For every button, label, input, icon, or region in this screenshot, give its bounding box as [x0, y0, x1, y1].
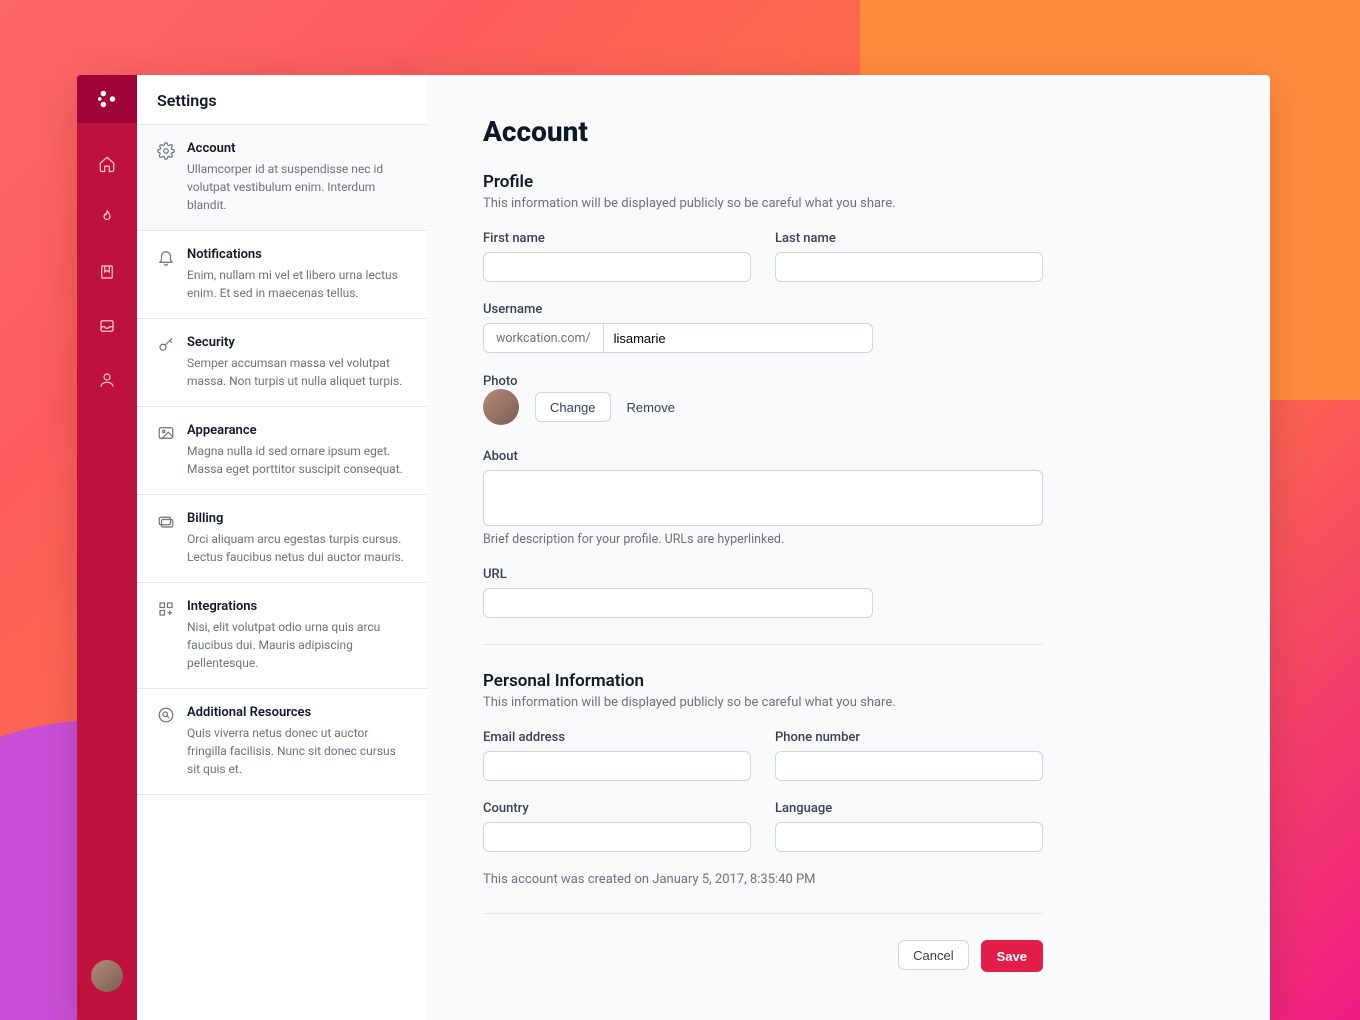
sidebar-item-account[interactable]: Account Ullamcorper id at suspendisse ne… [137, 125, 427, 231]
country-label: Country [483, 801, 751, 816]
change-photo-button[interactable]: Change [535, 392, 611, 422]
home-icon[interactable] [98, 155, 116, 177]
sidebar-item-label: Appearance [187, 423, 407, 438]
main-content: Account Profile This information will be… [427, 75, 1270, 1020]
email-label: Email address [483, 730, 751, 745]
sidebar-item-label: Security [187, 335, 407, 350]
user-icon[interactable] [98, 371, 116, 393]
first-name-label: First name [483, 231, 751, 246]
about-label: About [483, 449, 1043, 464]
personal-section-title: Personal Information [483, 671, 1043, 691]
app-logo[interactable] [77, 75, 137, 123]
sidebar-item-label: Notifications [187, 247, 407, 262]
first-name-input[interactable] [483, 252, 751, 282]
username-prefix: workcation.com/ [483, 323, 603, 353]
gear-icon [157, 142, 175, 160]
sidebar-item-additional-resources[interactable]: Additional Resources Quis viverra netus … [137, 689, 427, 795]
cancel-button[interactable]: Cancel [898, 940, 968, 970]
phone-label: Phone number [775, 730, 1043, 745]
last-name-label: Last name [775, 231, 1043, 246]
fire-icon[interactable] [98, 209, 116, 231]
personal-section-desc: This information will be displayed publi… [483, 695, 1043, 710]
sidebar-item-desc: Ullamcorper id at suspendisse nec id vol… [187, 160, 407, 214]
about-hint: Brief description for your profile. URLs… [483, 532, 1043, 547]
language-label: Language [775, 801, 1043, 816]
url-label: URL [483, 567, 873, 582]
sidebar-item-desc: Orci aliquam arcu egestas turpis cursus.… [187, 530, 407, 566]
sidebar-item-desc: Quis viverra netus donec ut auctor fring… [187, 724, 407, 778]
section-divider [483, 913, 1043, 914]
sidebar-item-appearance[interactable]: Appearance Magna nulla id sed ornare ips… [137, 407, 427, 495]
sidebar-item-notifications[interactable]: Notifications Enim, nullam mi vel et lib… [137, 231, 427, 319]
key-icon [157, 336, 175, 354]
bookmark-icon[interactable] [98, 263, 116, 285]
section-divider [483, 644, 1043, 645]
sidebar-item-label: Additional Resources [187, 705, 407, 720]
profile-avatar [483, 389, 519, 425]
language-input[interactable] [775, 822, 1043, 852]
current-user-avatar[interactable] [91, 960, 123, 996]
search-circle-icon [157, 706, 175, 724]
profile-section-desc: This information will be displayed publi… [483, 196, 1043, 211]
settings-sidebar: Settings Account Ullamcorper id at suspe… [137, 75, 427, 1020]
username-input[interactable] [603, 323, 873, 353]
phone-input[interactable] [775, 751, 1043, 781]
bell-icon [157, 248, 175, 266]
url-input[interactable] [483, 588, 873, 618]
inbox-icon[interactable] [98, 317, 116, 339]
profile-section-title: Profile [483, 172, 1043, 192]
sidebar-item-billing[interactable]: Billing Orci aliquam arcu egestas turpis… [137, 495, 427, 583]
sidebar-item-label: Billing [187, 511, 407, 526]
sidebar-item-desc: Semper accumsan massa vel volutpat massa… [187, 354, 407, 390]
settings-sidebar-title: Settings [137, 75, 427, 125]
grid-plus-icon [157, 600, 175, 618]
cash-icon [157, 512, 175, 530]
about-textarea[interactable] [483, 470, 1043, 526]
last-name-input[interactable] [775, 252, 1043, 282]
sidebar-item-label: Integrations [187, 599, 407, 614]
email-input[interactable] [483, 751, 751, 781]
sidebar-item-integrations[interactable]: Integrations Nisi, elit volutpat odio ur… [137, 583, 427, 689]
nav-rail [77, 75, 137, 1020]
sidebar-item-desc: Enim, nullam mi vel et libero urna lectu… [187, 266, 407, 302]
username-label: Username [483, 302, 873, 317]
sidebar-item-desc: Nisi, elit volutpat odio urna quis arcu … [187, 618, 407, 672]
country-input[interactable] [483, 822, 751, 852]
page-title: Account [483, 115, 1043, 148]
remove-photo-button[interactable]: Remove [627, 400, 675, 415]
app-shell: Settings Account Ullamcorper id at suspe… [77, 75, 1270, 1020]
sidebar-item-label: Account [187, 141, 407, 156]
sidebar-item-security[interactable]: Security Semper accumsan massa vel volut… [137, 319, 427, 407]
account-created-meta: This account was created on January 5, 2… [483, 872, 1043, 887]
save-button[interactable]: Save [981, 940, 1043, 972]
photo-label: Photo [483, 374, 517, 389]
sidebar-item-desc: Magna nulla id sed ornare ipsum eget. Ma… [187, 442, 407, 478]
image-icon [157, 424, 175, 442]
